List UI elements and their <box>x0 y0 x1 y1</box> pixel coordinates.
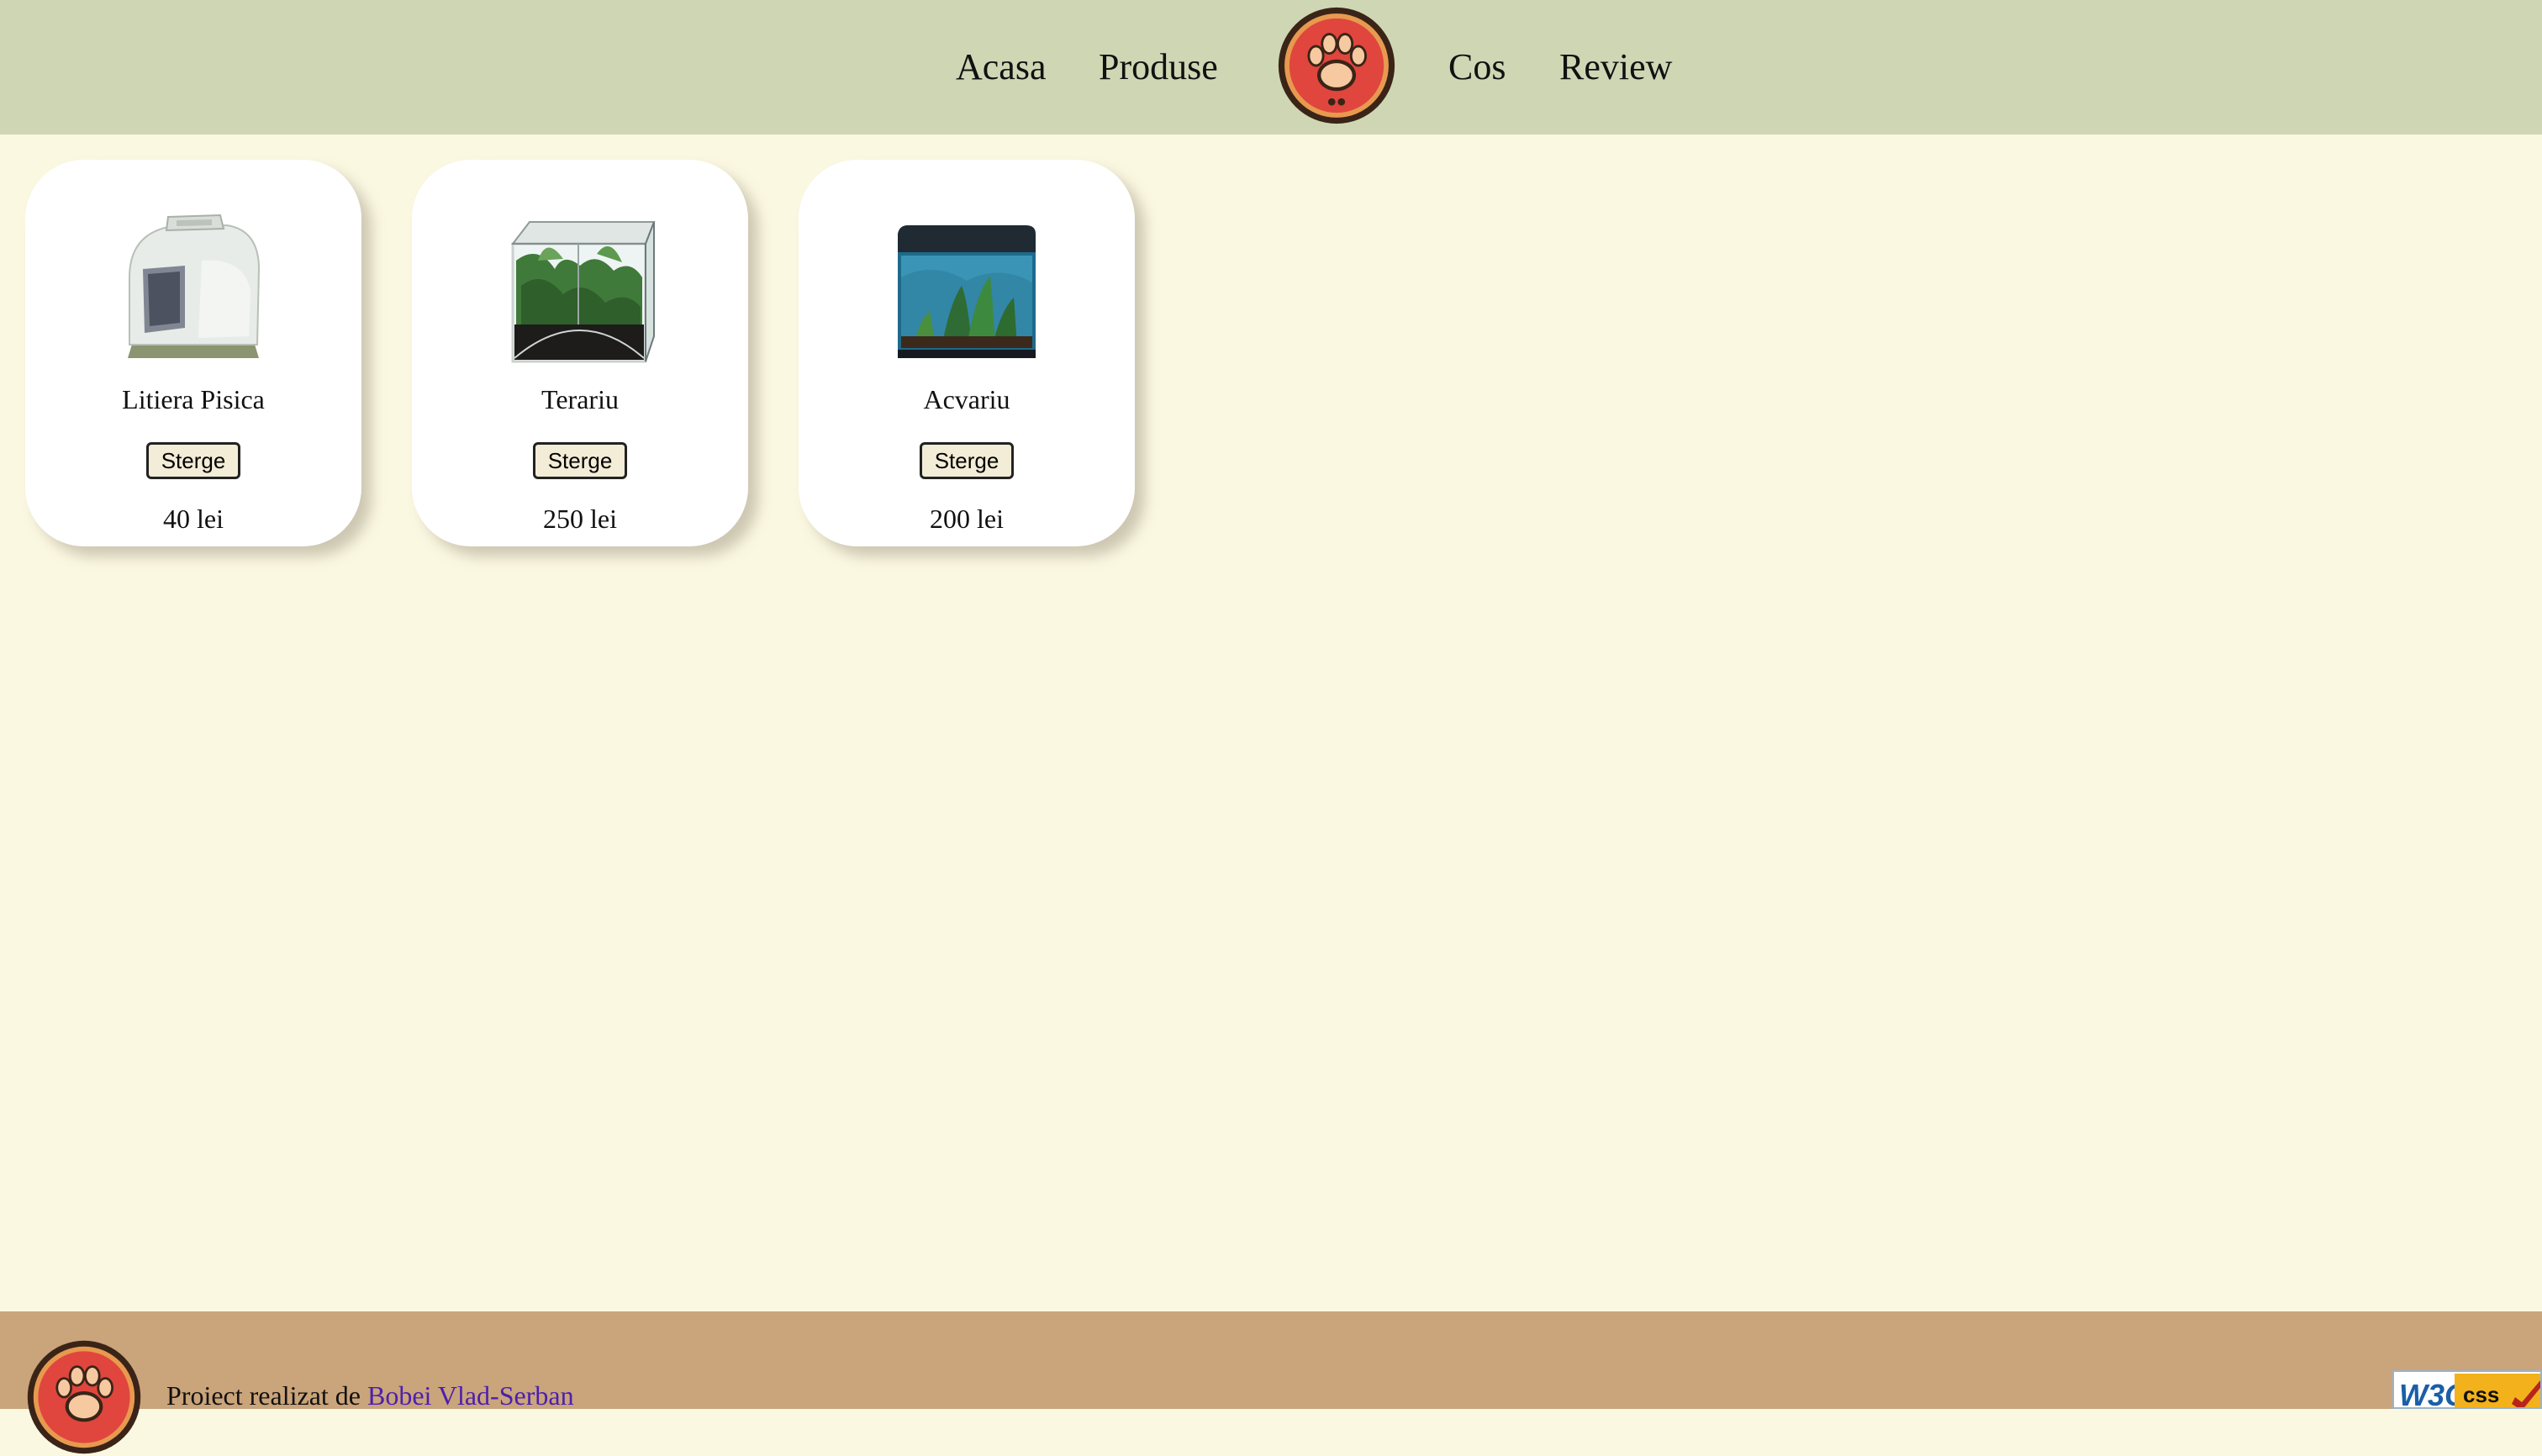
product-price: 200 lei <box>930 504 1004 534</box>
w3c-css-validator-badge[interactable]: W3C css <box>2392 1370 2542 1409</box>
top-navigation-bar: Acasa Produse Cos Review <box>0 0 2542 135</box>
nav-link-produse[interactable]: Produse <box>1099 40 1218 94</box>
footer-credit-prefix: Proiect realizat de <box>166 1380 367 1411</box>
product-card: Acvariu Sterge 200 lei <box>799 160 1135 546</box>
product-card: Litiera Pisica Sterge 40 lei <box>25 160 361 546</box>
product-price: 250 lei <box>543 504 617 534</box>
cat-litter-box-image <box>118 210 269 370</box>
svg-text:css: css <box>2463 1382 2499 1407</box>
product-name: Terariu <box>541 384 619 414</box>
aquarium-image <box>891 210 1042 370</box>
author-link[interactable]: Bobei Vlad-Serban <box>367 1380 574 1411</box>
product-price: 40 lei <box>163 504 224 534</box>
nav-link-review[interactable]: Review <box>1559 40 1672 94</box>
delete-button[interactable]: Sterge <box>920 442 1014 479</box>
nav-link-acasa[interactable]: Acasa <box>956 40 1047 94</box>
paw-logo-icon[interactable] <box>1276 5 1397 126</box>
product-name: Acvariu <box>923 384 1010 414</box>
footer-paw-logo-icon <box>25 1338 143 1456</box>
nav-link-cos[interactable]: Cos <box>1448 40 1506 94</box>
product-card: Terariu Sterge 250 lei <box>412 160 748 546</box>
delete-button[interactable]: Sterge <box>533 442 627 479</box>
terrarium-image <box>504 210 656 370</box>
footer-credit: Proiect realizat de Bobei Vlad-Serban <box>166 1377 574 1414</box>
delete-button[interactable]: Sterge <box>146 442 240 479</box>
product-name: Litiera Pisica <box>122 384 265 414</box>
